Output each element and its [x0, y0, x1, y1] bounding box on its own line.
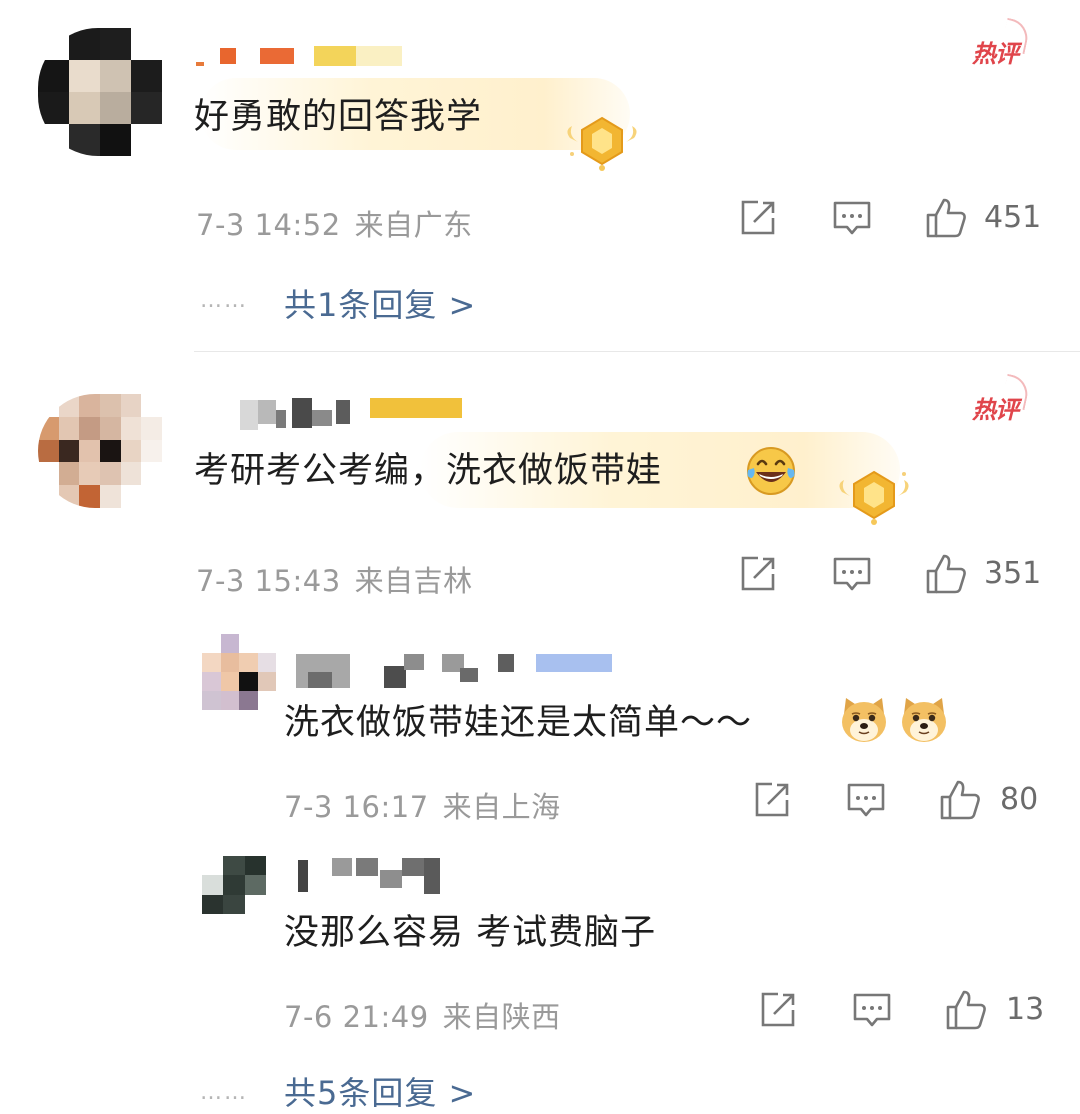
username[interactable]	[292, 856, 446, 896]
comment-date: 7-3 15:43	[196, 564, 341, 598]
username[interactable]	[196, 44, 408, 66]
reply-date: 7-6 21:49	[284, 1000, 429, 1034]
avatar[interactable]	[202, 634, 276, 710]
comment-meta: 7-3 14:52 来自广东	[196, 202, 473, 244]
like-button[interactable]: 13	[944, 988, 1048, 1032]
thumbs-up-icon	[940, 780, 980, 820]
thumbs-up-icon	[926, 554, 966, 594]
medal-icon	[839, 470, 909, 525]
thumbs-up-icon	[946, 990, 986, 1030]
medal-icon	[567, 116, 637, 171]
doge-icon	[842, 698, 886, 742]
reply-meta: 7-3 16:17 来自上海	[284, 784, 561, 826]
reply-text: 洗衣做饭带娃还是太简单～～	[284, 703, 753, 743]
share-icon[interactable]	[758, 990, 798, 1030]
like-button[interactable]: 451	[924, 196, 1044, 240]
like-count: 351	[984, 556, 1042, 591]
comment-text: 考研考公考编，洗衣做饭带娃	[194, 454, 662, 489]
like-count: 80	[1000, 782, 1039, 817]
hot-comment-badge: 热评	[972, 373, 1032, 425]
view-replies-link[interactable]: 共1条回复 >	[284, 280, 476, 326]
laughing-emoji-icon	[747, 447, 795, 495]
comment-icon[interactable]	[832, 554, 872, 594]
share-icon[interactable]	[738, 198, 778, 238]
avatar[interactable]	[38, 394, 162, 508]
reply-meta: 7-6 21:49 来自陕西	[284, 994, 561, 1036]
reply-location: 来自上海	[442, 790, 561, 824]
like-count: 13	[1006, 992, 1045, 1027]
doge-icon	[902, 698, 946, 742]
reply-date: 7-3 16:17	[284, 790, 429, 824]
comment-text: 好勇敢的回答我学	[194, 97, 483, 137]
view-replies-link[interactable]: 共5条回复 >	[284, 1068, 476, 1114]
hot-comment-badge: 热评	[972, 17, 1032, 69]
username[interactable]	[196, 396, 466, 432]
username[interactable]	[292, 650, 618, 690]
like-button[interactable]: 80	[938, 778, 1048, 822]
comment-location: 来自吉林	[354, 564, 473, 598]
comment-location: 来自广东	[354, 208, 473, 242]
comment-icon[interactable]	[846, 780, 886, 820]
avatar[interactable]	[38, 28, 162, 156]
comment-icon[interactable]	[832, 198, 872, 238]
like-button[interactable]: 351	[924, 552, 1044, 596]
thumbs-up-icon	[926, 198, 966, 238]
comment-icon[interactable]	[852, 990, 892, 1030]
avatar[interactable]	[202, 856, 266, 914]
reply-location: 来自陕西	[442, 1000, 561, 1034]
reply-text: 没那么容易 考试费脑子	[284, 913, 657, 953]
comment-meta: 7-3 15:43 来自吉林	[196, 558, 473, 600]
replies-dots: ……	[200, 1080, 248, 1105]
share-icon[interactable]	[752, 780, 792, 820]
divider	[194, 351, 1080, 352]
replies-dots: ……	[200, 288, 248, 313]
like-count: 451	[984, 200, 1042, 235]
comment-text-body: 考研考公考编，洗衣做饭带娃	[194, 451, 663, 491]
comment-date: 7-3 14:52	[196, 208, 341, 242]
share-icon[interactable]	[738, 554, 778, 594]
